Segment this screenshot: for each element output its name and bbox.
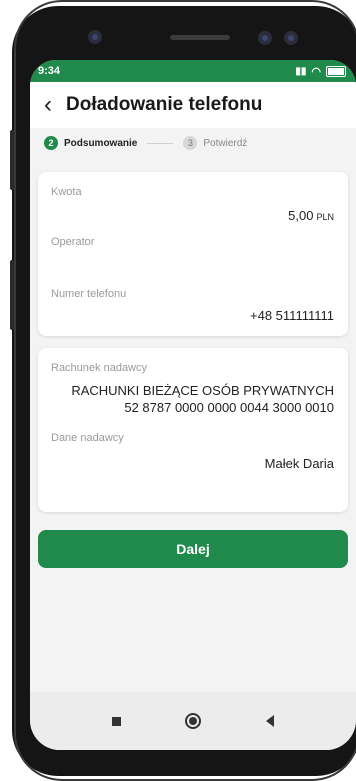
amount-number: 5,00 <box>288 208 314 223</box>
account-number: 52 8787 0000 0000 0044 3000 0010 <box>124 400 334 415</box>
next-button[interactable]: Dalej <box>38 530 348 568</box>
status-bar: 9:34 ▮▮ ◠ <box>30 60 356 82</box>
battery-icon <box>326 65 346 77</box>
front-camera-icon <box>88 30 102 44</box>
back-nav-icon[interactable] <box>265 715 274 727</box>
wifi-icon: ◠ <box>311 65 321 78</box>
system-nav-bar <box>30 692 356 750</box>
step-number-current: 2 <box>44 136 58 150</box>
phone-number-label: Numer telefonu <box>51 288 127 300</box>
amount-value: 5,00 PLN <box>288 208 334 223</box>
sender-data-label: Dane nadawcy <box>51 432 124 444</box>
account-name: RACHUNKI BIEŻĄCE OSÓB PRYWATNYCH <box>71 383 334 398</box>
status-icons: ▮▮ ◠ <box>295 65 346 78</box>
sensor-icon-2 <box>284 31 298 45</box>
step-label-current: Podsumowanie <box>64 137 138 149</box>
sensor-icon <box>258 31 272 45</box>
summary-card: Kwota 5,00 PLN Operator Numer telefonu +4… <box>38 172 348 336</box>
operator-label: Operator <box>51 236 95 248</box>
speaker-grille <box>170 35 230 40</box>
amount-currency: PLN <box>316 212 334 222</box>
app-bar: ‹ Doładowanie telefonu <box>30 82 356 128</box>
volume-button <box>10 130 15 190</box>
home-icon[interactable] <box>185 713 202 729</box>
amount-label: Kwota <box>51 186 82 198</box>
step-divider <box>147 142 174 144</box>
step-indicator: 2 Podsumowanie 3 Potwierdź <box>30 128 356 158</box>
power-button <box>10 260 15 330</box>
step-label-next: Potwierdź <box>203 137 248 149</box>
step-number-next: 3 <box>183 136 198 150</box>
status-time: 9:34 <box>38 65 61 77</box>
sender-name: Małek Daria <box>264 456 334 471</box>
back-arrow-icon[interactable]: ‹ <box>44 93 52 117</box>
recent-apps-icon[interactable] <box>112 716 122 726</box>
account-label: Rachunek nadawcy <box>51 362 148 374</box>
account-details: RACHUNKI BIEŻĄCE OSÓB PRYWATNYCH 52 8787… <box>71 382 334 416</box>
phone-number-value: +48 511111111 <box>250 308 334 323</box>
sender-card: Rachunek nadawcy RACHUNKI BIEŻĄCE OSÓB P… <box>38 348 348 512</box>
page-title: Doładowanie telefonu <box>66 94 263 115</box>
phone-screen: 9:34 ▮▮ ◠ ‹ Doładowanie telefonu 2 Podsu… <box>30 60 356 750</box>
signal-icon: ▮▮ <box>295 65 307 77</box>
